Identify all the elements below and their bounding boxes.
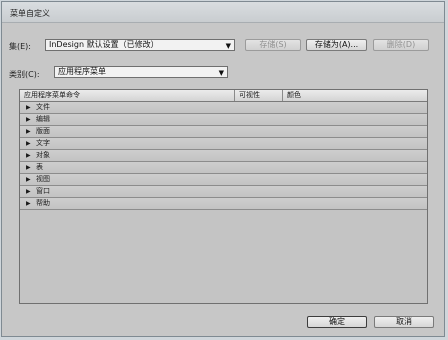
save-button[interactable]: 存储(S): [245, 39, 301, 51]
row-label: 帮助: [36, 199, 50, 207]
row-label: 窗口: [36, 187, 50, 195]
chevron-down-icon: ▼: [218, 69, 224, 77]
category-dropdown-value: 应用程序菜单: [58, 67, 106, 76]
table-rows: ▶ 文件 ▶ 编辑 ▶ 版面 ▶ 文字 ▶ 对象 ▶ 表 ▶ 视图 ▶ 窗口 ▶…: [20, 102, 427, 210]
set-dropdown[interactable]: InDesign 默认设置（已修改） ▼: [45, 39, 235, 51]
table-row[interactable]: ▶ 文件: [20, 102, 427, 114]
row-label: 文字: [36, 139, 50, 147]
expand-triangle-icon[interactable]: ▶: [26, 162, 31, 173]
dialog-title: 菜单自定义: [10, 9, 50, 18]
table-row[interactable]: ▶ 视图: [20, 174, 427, 186]
expand-triangle-icon[interactable]: ▶: [26, 126, 31, 137]
cancel-button[interactable]: 取消: [374, 316, 434, 328]
expand-triangle-icon[interactable]: ▶: [26, 102, 31, 113]
menu-commands-table: 应用程序菜单命令 可视性 颜色 ▶ 文件 ▶ 编辑 ▶ 版面 ▶ 文字 ▶ 对象…: [19, 89, 428, 304]
table-row[interactable]: ▶ 表: [20, 162, 427, 174]
row-label: 视图: [36, 175, 50, 183]
expand-triangle-icon[interactable]: ▶: [26, 138, 31, 149]
ok-button[interactable]: 确定: [307, 316, 367, 328]
expand-triangle-icon[interactable]: ▶: [26, 186, 31, 197]
table-row[interactable]: ▶ 窗口: [20, 186, 427, 198]
set-label: 集(E):: [9, 42, 31, 51]
column-header-command[interactable]: 应用程序菜单命令: [20, 90, 234, 101]
save-as-button[interactable]: 存储为(A)...: [306, 39, 367, 51]
set-dropdown-value: InDesign 默认设置（已修改）: [49, 40, 159, 49]
delete-button[interactable]: 删除(D): [373, 39, 429, 51]
chevron-down-icon: ▼: [225, 42, 231, 50]
expand-triangle-icon[interactable]: ▶: [26, 150, 31, 161]
row-label: 表: [36, 163, 43, 171]
menu-customization-dialog: 菜单自定义 集(E): InDesign 默认设置（已修改） ▼ 存储(S) 存…: [1, 1, 445, 337]
category-dropdown[interactable]: 应用程序菜单 ▼: [54, 66, 228, 78]
table-row[interactable]: ▶ 编辑: [20, 114, 427, 126]
table-header: 应用程序菜单命令 可视性 颜色: [20, 90, 427, 102]
table-row[interactable]: ▶ 对象: [20, 150, 427, 162]
table-row[interactable]: ▶ 文字: [20, 138, 427, 150]
title-bar[interactable]: 菜单自定义: [2, 2, 444, 23]
row-label: 对象: [36, 151, 50, 159]
column-header-visibility[interactable]: 可视性: [234, 90, 282, 101]
row-label: 文件: [36, 103, 50, 111]
table-row[interactable]: ▶ 帮助: [20, 198, 427, 210]
expand-triangle-icon[interactable]: ▶: [26, 174, 31, 185]
expand-triangle-icon[interactable]: ▶: [26, 198, 31, 209]
category-label: 类别(C):: [9, 70, 40, 79]
column-header-color[interactable]: 颜色: [282, 90, 342, 101]
row-label: 编辑: [36, 115, 50, 123]
expand-triangle-icon[interactable]: ▶: [26, 114, 31, 125]
table-row[interactable]: ▶ 版面: [20, 126, 427, 138]
row-label: 版面: [36, 127, 50, 135]
